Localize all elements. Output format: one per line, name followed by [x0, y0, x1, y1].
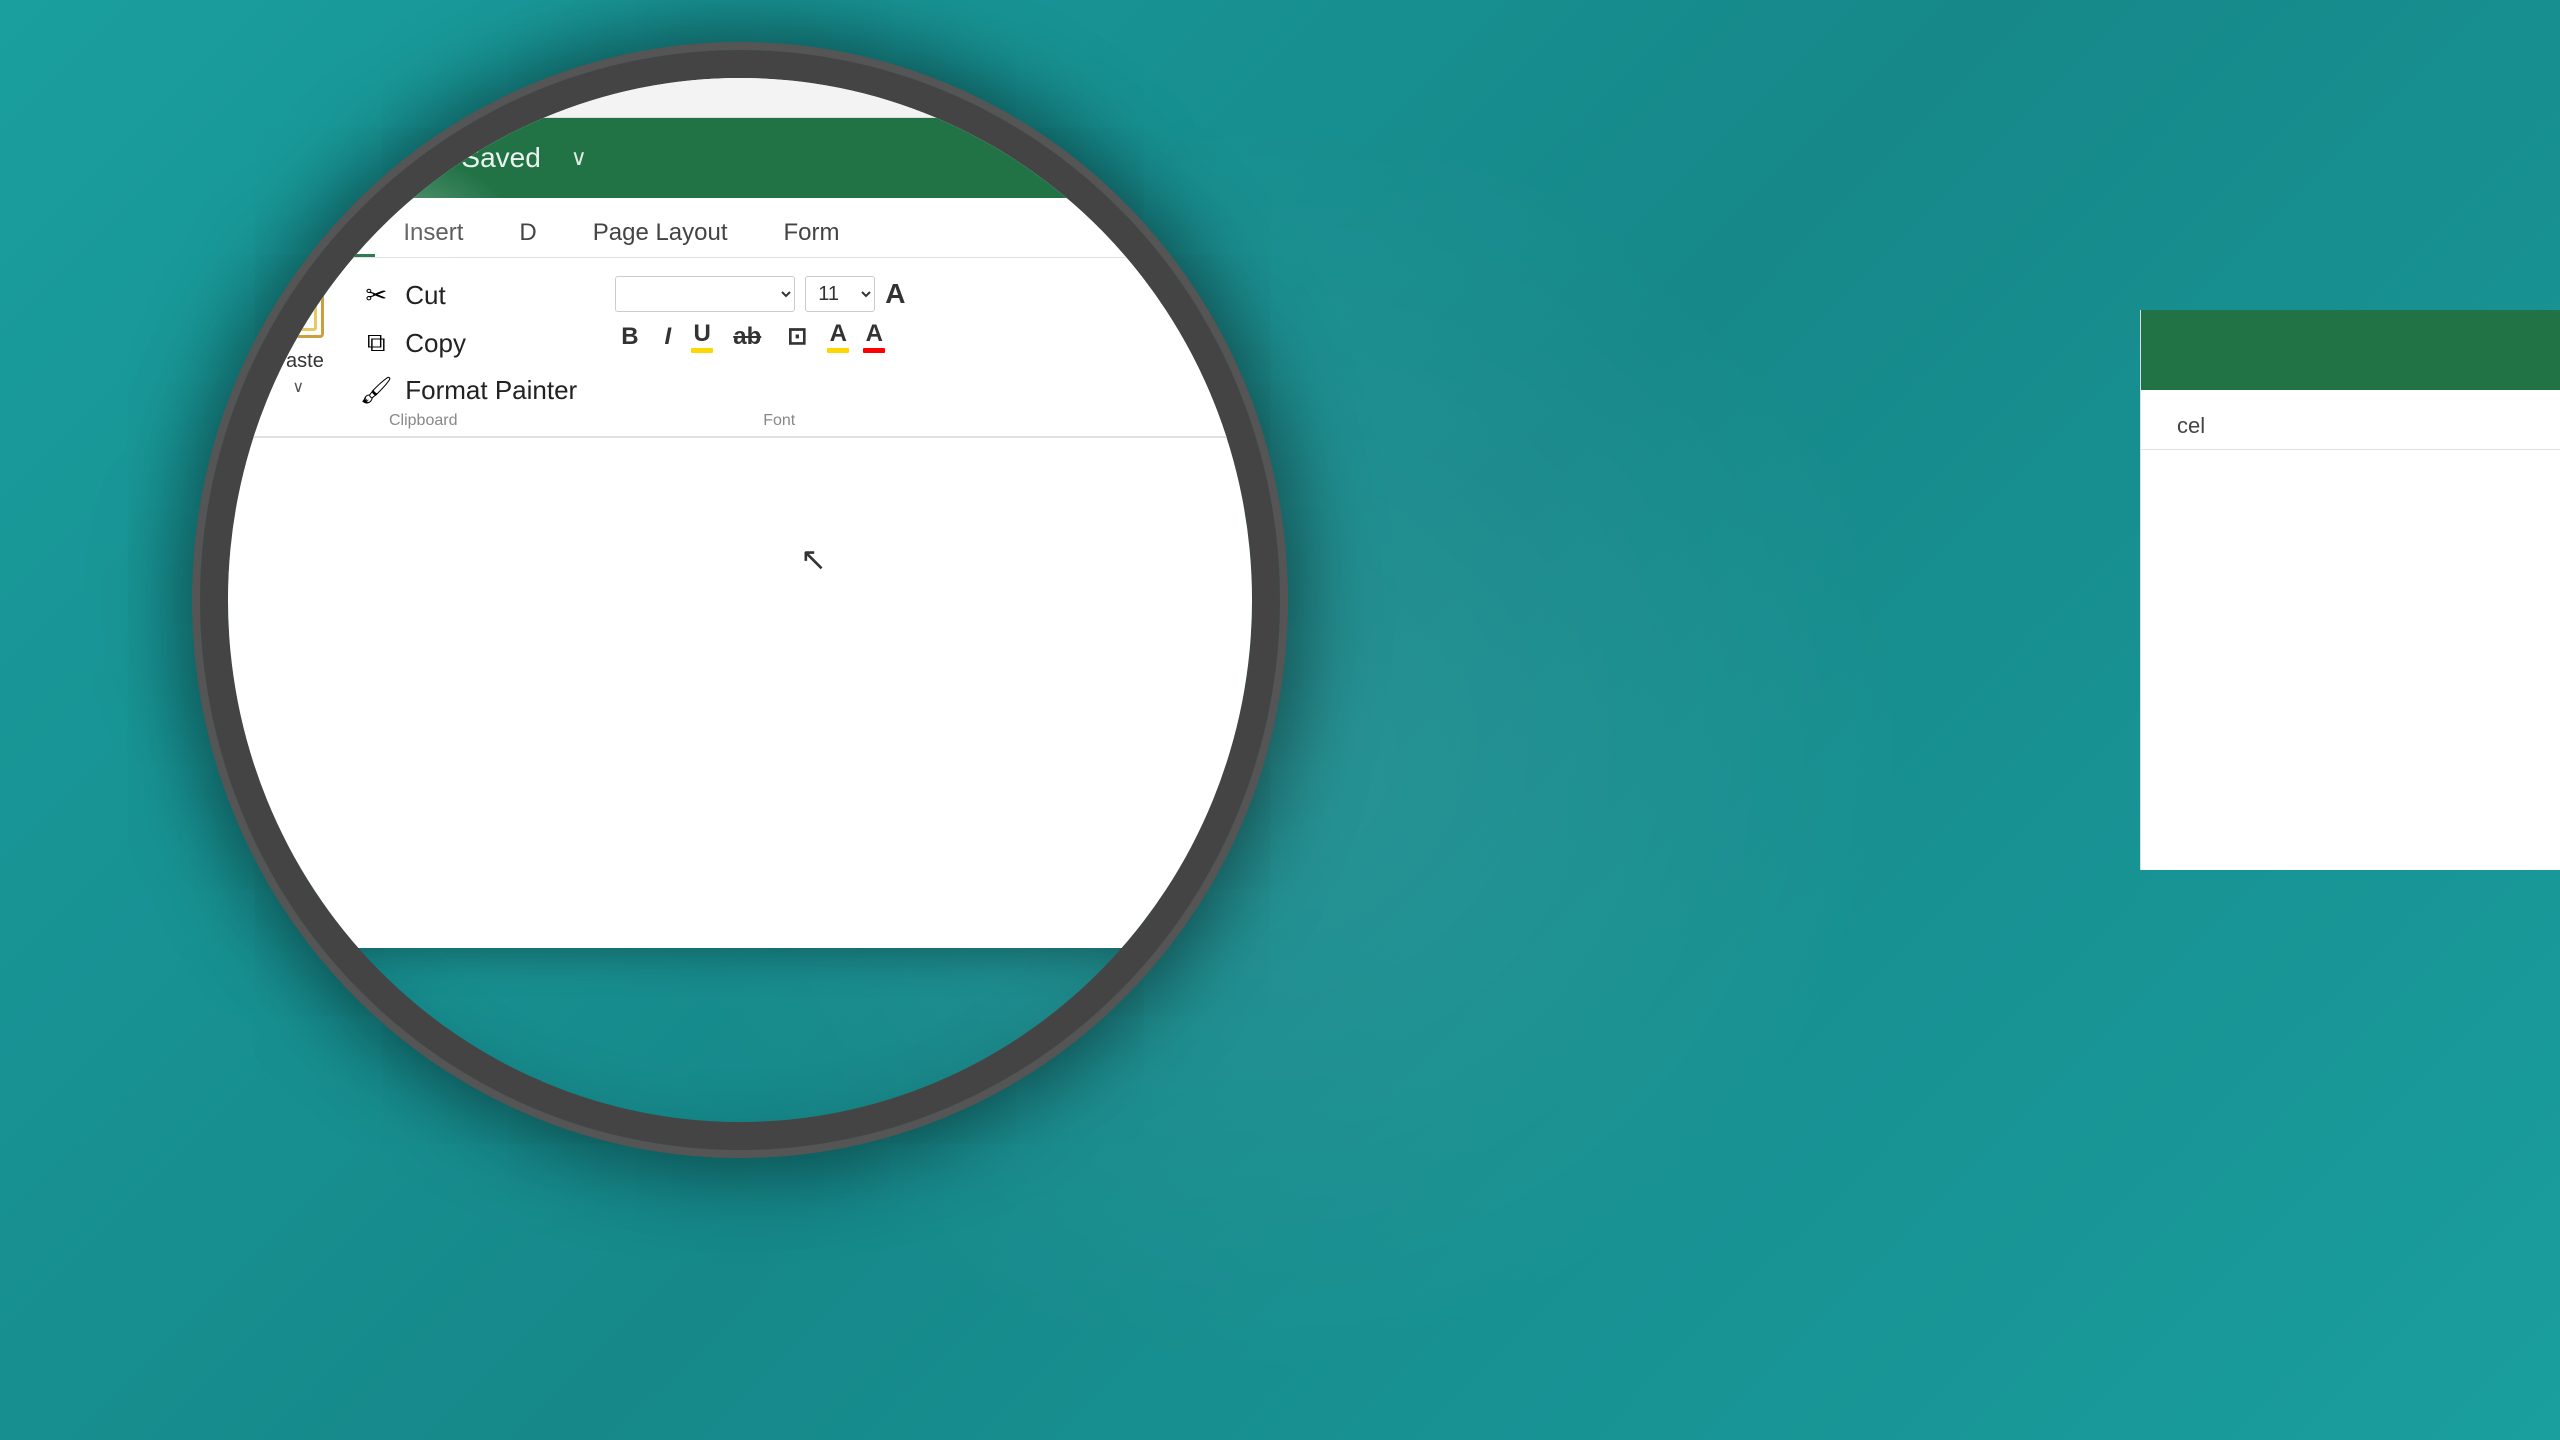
right-tab-label: cel	[2161, 403, 2221, 449]
tab-page-layout[interactable]: Page Layout	[565, 209, 756, 257]
strikethrough-button[interactable]: ab	[727, 321, 767, 353]
right-tab-bar: cel	[2141, 390, 2560, 450]
excel-window-right-partial: cel	[2140, 310, 2560, 870]
cut-button[interactable]: ✂ Cut	[353, 276, 583, 315]
cut-copy-format-group: ✂ Cut ⧉ Copy 🖌 Format Painter	[353, 276, 583, 410]
clipboard-tools: Paste ∨ ✂ Cut ⧉ Copy	[263, 276, 583, 412]
font-section: 11 A B I U ab ⊡ A	[599, 268, 959, 436]
italic-button[interactable]: I	[659, 321, 678, 353]
tab-bar: File Home Insert D Page Layout Form	[200, 198, 1280, 258]
right-ribbon-green	[2141, 310, 2560, 390]
tab-d[interactable]: D	[491, 209, 564, 257]
font-color-bar	[863, 348, 885, 353]
scissors-icon: ✂	[359, 280, 393, 311]
copy-button[interactable]: ⧉ Copy	[353, 323, 583, 363]
font-color-button[interactable]: A	[863, 320, 885, 353]
app-name: Excel	[232, 140, 313, 177]
border-button[interactable]: ⊡	[781, 320, 813, 353]
font-section-label: Font	[615, 412, 943, 436]
copy-label: Copy	[405, 328, 466, 359]
bold-button[interactable]: B	[615, 321, 644, 353]
tab-form[interactable]: Form	[756, 209, 868, 257]
cut-label: Cut	[405, 280, 445, 311]
paste-dropdown-icon[interactable]: ∨	[292, 377, 304, 397]
fill-color-bar	[827, 348, 849, 353]
ribbon-header: Excel Book1 - Saved ∨	[200, 118, 1280, 198]
font-name-select[interactable]	[615, 276, 795, 312]
format-painter-icon: 🖌	[359, 375, 393, 406]
font-format-row: B I U ab ⊡ A A	[615, 320, 943, 353]
font-size-select[interactable]: 11	[805, 276, 875, 312]
ribbon-content: ↺ ↻ Undo Paste ∨	[200, 258, 1280, 438]
tab-home[interactable]: Home	[253, 209, 376, 257]
clipboard-inner-icon	[279, 287, 317, 331]
excel-window: ‹ › Excel Book1 - Saved ∨ File Home Inse…	[200, 50, 1280, 948]
font-grow-button[interactable]: A	[885, 278, 905, 310]
clipboard-section-label: Clipboard	[263, 412, 583, 436]
paste-label: Paste	[273, 350, 324, 373]
clipboard-section: Paste ∨ ✂ Cut ⧉ Copy	[247, 268, 599, 436]
doc-title-chevron-icon[interactable]: ∨	[571, 145, 587, 171]
format-painter-label: Format Painter	[405, 375, 577, 406]
magnifier-lens: ‹ › Excel Book1 - Saved ∨ File Home Inse…	[200, 50, 1280, 1150]
underline-button[interactable]: U	[691, 320, 713, 353]
document-title: Book1 - Saved	[357, 142, 541, 174]
format-painter-button[interactable]: 🖌 Format Painter	[353, 371, 583, 410]
underline-color-bar	[691, 348, 713, 353]
fill-color-button[interactable]: A	[827, 320, 849, 353]
paste-button[interactable]: Paste ∨	[263, 276, 333, 397]
paste-icon	[263, 276, 333, 346]
copy-icon: ⧉	[359, 327, 393, 359]
font-top-row: 11 A	[615, 276, 943, 312]
clipboard-shape-icon	[272, 276, 324, 338]
tab-insert[interactable]: Insert	[375, 209, 491, 257]
